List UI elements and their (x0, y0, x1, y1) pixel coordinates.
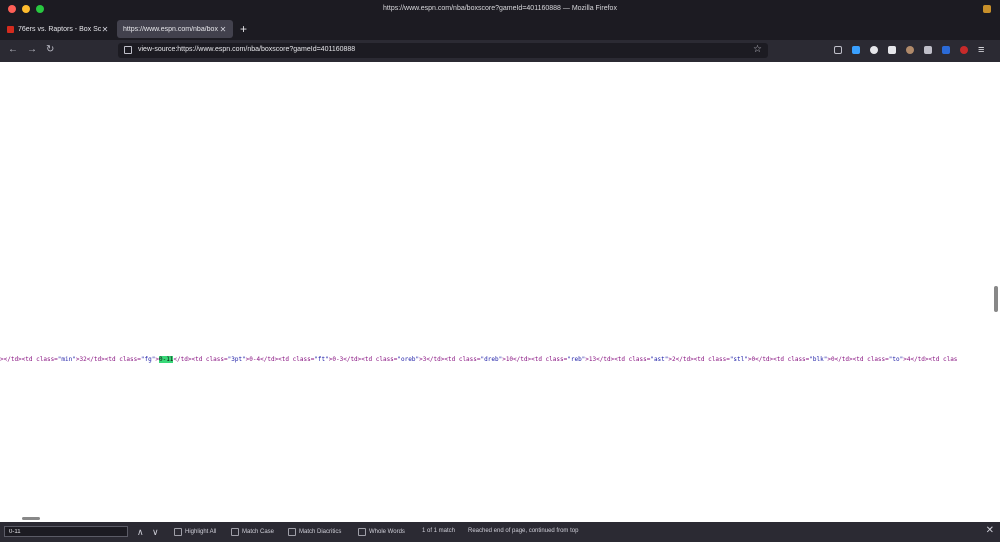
search-match-highlight: 0-11 (158, 356, 174, 363)
source-token: >0-3</td><td class= (328, 356, 398, 363)
find-input[interactable] (4, 526, 128, 537)
new-tab-button[interactable]: + (240, 22, 247, 36)
source-token: >0-4</td><td class= (245, 356, 315, 363)
forward-icon[interactable]: → (27, 44, 37, 55)
url-text[interactable]: view-source:https://www.espn.com/nba/box… (138, 46, 355, 53)
match-count: 1 of 1 match (422, 528, 456, 534)
source-token: >32</td><td class= (75, 356, 141, 363)
toolbar-extensions: ≡ (834, 45, 984, 56)
reload-icon[interactable]: ↻ (46, 44, 54, 55)
source-token: >2</td><td class= (668, 356, 730, 363)
match-diacritics-label: Match Diacritics (299, 529, 342, 535)
source-token: >0</td><td class= (747, 356, 810, 363)
checkbox-icon[interactable] (174, 528, 182, 536)
menu-icon[interactable]: ≡ (978, 45, 984, 56)
back-icon[interactable]: ← (8, 44, 18, 55)
crop-icon[interactable] (888, 46, 896, 54)
ublock-icon[interactable] (960, 46, 968, 54)
source-token: </td><td class= (173, 356, 228, 363)
find-next-icon[interactable]: ∨ (152, 527, 159, 538)
source-token: "fg" (140, 356, 156, 363)
extension-icon[interactable] (942, 46, 950, 54)
close-find-icon[interactable]: ✕ (986, 525, 994, 536)
match-diacritics-checkbox[interactable]: Match Diacritics (288, 528, 341, 536)
bookmark-star-icon[interactable]: ☆ (753, 44, 762, 55)
find-bar: ∧ ∨ Highlight All Match Case Match Diacr… (0, 522, 1000, 542)
pocket-icon[interactable] (834, 46, 842, 54)
tab-label: 76ers vs. Raptors - Box Sco (18, 25, 101, 33)
find-status: Reached end of page, continued from top (468, 528, 579, 534)
source-token: >13</td><td class= (585, 356, 651, 363)
horizontal-scrollbar[interactable] (22, 517, 40, 520)
source-token: "dreb" (480, 356, 503, 363)
window-titlebar: https://www.espn.com/nba/boxscore?gameId… (0, 0, 1000, 18)
source-token: "ast" (650, 356, 669, 363)
tab-close-icon[interactable]: ✕ (219, 25, 227, 34)
source-token: "stl" (729, 356, 748, 363)
source-token: >0</td><td class= (827, 356, 889, 363)
extension-icon[interactable] (983, 5, 991, 13)
navigation-toolbar: ← → ↻ view-source:https://www.espn.com/n… (0, 40, 1000, 62)
source-code-line: ></td><td class="min">32</td><td class="… (0, 356, 994, 363)
source-token: "blk" (809, 356, 828, 363)
vpn-icon[interactable] (924, 46, 932, 54)
url-bar[interactable]: view-source:https://www.espn.com/nba/box… (118, 43, 768, 58)
match-case-checkbox[interactable]: Match Case (231, 528, 274, 536)
whole-words-checkbox[interactable]: Whole Words (358, 528, 405, 536)
vertical-scrollbar[interactable] (994, 286, 998, 312)
window-title: https://www.espn.com/nba/boxscore?gameId… (383, 5, 617, 12)
view-source-content: ></td><td class="min">32</td><td class="… (0, 62, 1000, 522)
checkbox-icon[interactable] (231, 528, 239, 536)
checkbox-icon[interactable] (358, 528, 366, 536)
find-previous-icon[interactable]: ∧ (137, 527, 144, 538)
espn-favicon-icon (7, 25, 14, 33)
source-token: "3pt" (227, 356, 246, 363)
checkbox-icon[interactable] (288, 528, 296, 536)
source-token: >10</td><td class= (502, 356, 568, 363)
source-token: "ft" (314, 356, 329, 363)
whole-words-label: Whole Words (369, 529, 405, 535)
source-token: >3</td><td class= (419, 356, 481, 363)
source-token: "min" (57, 356, 76, 363)
match-case-label: Match Case (242, 529, 275, 535)
source-token: "reb" (567, 356, 586, 363)
source-token: >4</td><td clas (903, 356, 958, 363)
tab-view-source[interactable]: https://www.espn.com/nba/box ✕ (117, 20, 233, 38)
tab-close-icon[interactable]: ✕ (101, 25, 109, 34)
download-icon[interactable] (852, 46, 860, 54)
tab-label: https://www.espn.com/nba/box (123, 25, 218, 33)
source-token: "oreb" (397, 356, 420, 363)
avatar-icon[interactable] (906, 46, 914, 54)
source-token: "to" (888, 356, 904, 363)
extension-icon[interactable] (870, 46, 878, 54)
lock-icon[interactable] (124, 46, 132, 54)
highlight-all-label: Highlight All (185, 529, 217, 535)
highlight-all-checkbox[interactable]: Highlight All (174, 528, 216, 536)
tab-strip: 76ers vs. Raptors - Box Sco ✕ https://ww… (0, 18, 1000, 40)
source-token: ></td><td class= (0, 356, 58, 363)
tab-boxscore[interactable]: 76ers vs. Raptors - Box Sco ✕ (1, 20, 115, 38)
